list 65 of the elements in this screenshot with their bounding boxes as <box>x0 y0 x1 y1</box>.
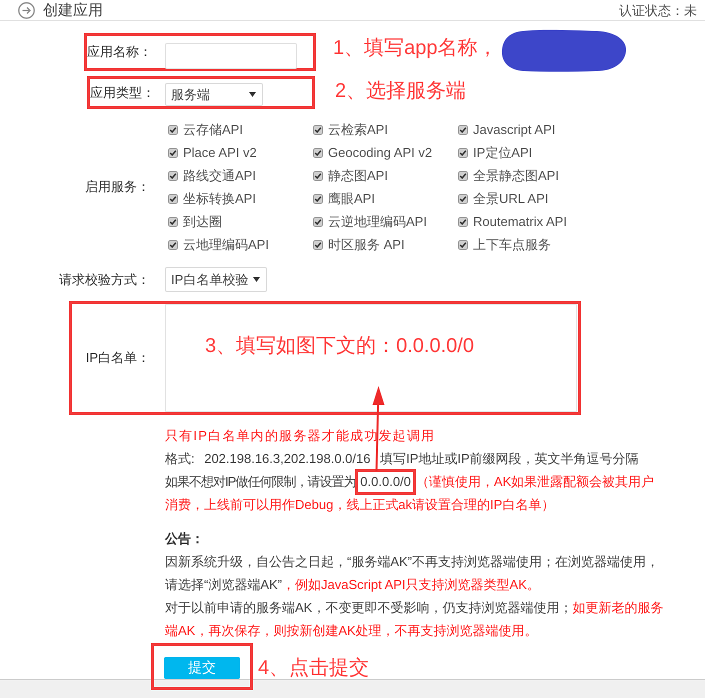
warning-text: 端AK，再次保存，则按新创建AK处理，不再支持浏览器端使用。 <box>165 622 538 640</box>
app-name-field[interactable] <box>165 43 297 69</box>
checkbox-label: 静态图API <box>328 166 388 184</box>
checkbox[interactable] <box>458 194 468 204</box>
checkbox[interactable] <box>313 170 323 180</box>
annotation-text: 3、填写如图下文的：0.0.0.0/0 <box>205 334 474 359</box>
checkbox-label: Routematrix API <box>473 214 567 229</box>
services-label: 启用服务： <box>84 178 150 196</box>
checkbox-label: 全景静态图API <box>473 166 559 184</box>
checkbox[interactable] <box>313 216 323 226</box>
annotation-text: 4、点击提交 <box>258 656 370 681</box>
checkbox[interactable] <box>168 194 178 204</box>
checkbox[interactable] <box>458 216 468 226</box>
checkbox-label: Javascript API <box>473 122 556 137</box>
checkbox-label: 路线交通API <box>183 166 256 184</box>
app-type-select[interactable]: 服务端 <box>165 83 263 106</box>
check-method-select[interactable]: IP白名单校验 <box>165 267 267 292</box>
notice-text: 请选择“浏览器端AK” <box>165 576 282 594</box>
verification-status: 认证状态：未 <box>619 2 697 20</box>
notice-title: 公告： <box>165 530 205 548</box>
checkbox-label: 云地理编码API <box>183 236 269 254</box>
highlighted-text: 0.0.0.0/0 <box>355 468 416 494</box>
notice-text: 因新系统升级，自公告之日起，“服务端AK”不再支持浏览器端使用；在浏览器端使用， <box>165 552 659 570</box>
checkbox[interactable] <box>313 194 323 204</box>
checkbox[interactable] <box>168 124 178 134</box>
checkbox-label: Place API v2 <box>183 145 257 160</box>
checkbox[interactable] <box>458 240 468 250</box>
checkbox[interactable] <box>168 170 178 180</box>
check-method-label: 请求校验方式： <box>58 270 150 288</box>
checkbox-label: 全景URL API <box>473 190 548 208</box>
checkbox[interactable] <box>313 148 323 158</box>
checkbox-label: 时区服务 API <box>328 236 405 254</box>
checkbox[interactable] <box>168 240 178 250</box>
warning-text: 如更新老的服务 <box>572 598 664 616</box>
annotation-text: 1、填写app名称， <box>333 36 498 61</box>
notice-text: 对于以前申请的服务端AK，不变更即不受影响，仍支持浏览器端使用； <box>165 598 572 616</box>
checkbox-label: IP定位API <box>473 144 532 162</box>
ip-whitelist-label: IP白名单： <box>84 349 150 367</box>
ip-whitelist-field[interactable] <box>165 304 577 412</box>
checkbox-label: 鹰眼API <box>328 190 375 208</box>
warning-text: （谨慎使用，AK如果泄露配额会被其用户 <box>416 472 654 490</box>
checkbox[interactable] <box>458 124 468 134</box>
checkbox[interactable] <box>168 216 178 226</box>
checkbox[interactable] <box>168 148 178 158</box>
checkbox-label: 云逆地理编码API <box>328 212 427 230</box>
caret-icon <box>253 277 260 282</box>
checkbox-label: 上下车点服务 <box>473 236 551 254</box>
page-title: 创建应用 <box>43 0 103 20</box>
caret-icon <box>249 92 256 97</box>
checkbox-label: 到达圈 <box>183 212 222 230</box>
checkbox-label: 云存储API <box>183 120 243 138</box>
checkbox-label: Geocoding API v2 <box>328 145 432 160</box>
checkbox[interactable] <box>313 124 323 134</box>
app-name-label: 应用名称： <box>87 43 150 61</box>
checkbox[interactable] <box>313 240 323 250</box>
warning-text: 消费，上线前可以用作Debug，线上正式ak请设置合理的IP白名单） <box>165 496 554 514</box>
checkbox-label: 云检索API <box>328 120 388 138</box>
hint-text: 格式: 202.198.16.3,202.198.0.0/16 填写IP地址或IP前缀网段，英文半角逗号分隔 <box>165 450 639 468</box>
arrow-circle-icon <box>18 2 35 18</box>
app-type-label: 应用类型： <box>90 84 150 102</box>
warning-text: ，例如JavaScript API只支持浏览器类型AK。 <box>282 576 540 594</box>
checkbox[interactable] <box>458 148 468 158</box>
checkbox-label: 坐标转换API <box>183 190 256 208</box>
annotation-text: 2、选择服务端 <box>335 79 466 104</box>
checkbox[interactable] <box>458 170 468 180</box>
